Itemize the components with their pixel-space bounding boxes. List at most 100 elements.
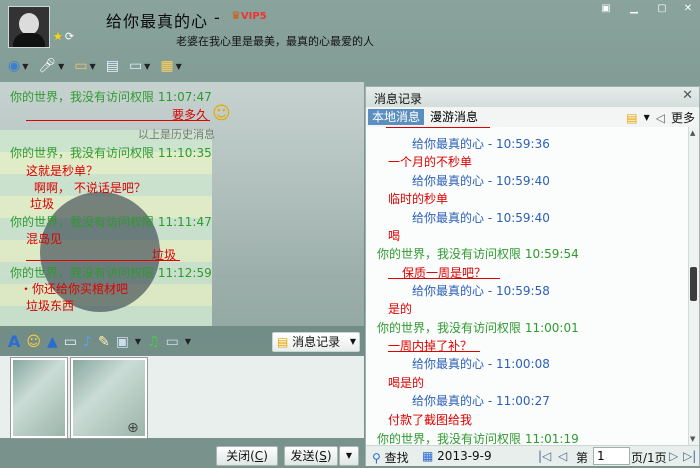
log-message: 是的 (388, 302, 413, 316)
message-record-button[interactable]: ▤ 消息记录 ▼ (272, 332, 360, 352)
history-scrollbar[interactable]: ▲ ▼ (688, 127, 699, 445)
close-button[interactable]: 关闭(C) (216, 446, 278, 466)
log-header: 给你最真的心 - 10:59:36 (412, 137, 550, 151)
date-picker[interactable]: ▦ 2013-9-9 (422, 449, 492, 463)
page-prefix: 第 (576, 451, 589, 465)
log-message: 喝是的 (388, 376, 425, 390)
chat-line: 你的世界，我没有访问权限 11:12:59 (10, 266, 212, 280)
shake-icon[interactable]: ▲ (47, 334, 58, 350)
next-page-icon[interactable]: ▷ (669, 449, 678, 463)
underline-decoration (388, 351, 480, 352)
chat-line: 混岛见 (26, 232, 63, 246)
magic-text-icon[interactable]: ▭ (64, 334, 77, 350)
page-number-input[interactable]: 1 (593, 447, 630, 465)
chevron-down-icon: ▼ (144, 61, 151, 71)
top-toolbar: ◉ ▼ 🎤︎ ▼ ▭ ▼ ▤ ▭ ▼ ▦ ▼ (8, 55, 182, 77)
close-window-button[interactable]: ✕ (678, 2, 698, 16)
log-header: 你的世界，我没有访问权限 11:00:01 (377, 321, 579, 335)
chevron-down-icon: ▼ (22, 61, 29, 71)
chat-line: ・你还给你买棺材吧 (20, 282, 129, 296)
history-pager: ⚲ 查找 ▦ 2013-9-9 |◁ ◁ 第 1 页/1页 ▷ ▷| (366, 445, 699, 466)
music-icon[interactable]: ♫ (147, 334, 160, 350)
crown-icon: ♛ (231, 9, 241, 22)
input-toolbar: A ☺ ▲ ▭ ♪ ✎ ▣ ▼ ♫ ▭ ▼ (8, 332, 191, 351)
status-icons: ★ ⟳ (53, 30, 76, 43)
log-message: 一个月的不秒单 (388, 155, 473, 169)
chevron-down-icon[interactable]: ▼ (185, 337, 191, 346)
panel-close-icon[interactable]: ✕ (682, 88, 693, 103)
chevron-down-icon: ▼ (349, 337, 356, 346)
image-icon[interactable]: ▣ (116, 334, 129, 350)
chevron-down-icon: ▼ (58, 61, 65, 71)
chat-line: 啊啊， 不说话是吧？ (34, 181, 146, 195)
font-icon[interactable]: A (8, 332, 20, 351)
chevron-down-icon: ▼ (345, 451, 353, 460)
avatar[interactable] (8, 6, 50, 48)
search-icon: ⚲ (372, 451, 381, 465)
send-button[interactable]: 发送(S) (284, 446, 338, 466)
smiley-icon[interactable]: ☺ (26, 334, 41, 350)
log-header: 给你最真的心 - 10:59:40 (412, 211, 550, 225)
scrollbar-thumb[interactable] (690, 267, 697, 301)
speaker-icon[interactable]: ◁ (656, 111, 665, 125)
image-thumbnail[interactable] (10, 357, 68, 439)
create-group-button[interactable]: ▤ (106, 55, 119, 77)
first-page-icon[interactable]: |◁ (538, 449, 551, 463)
remote-desktop-button[interactable]: ▭ ▼ (129, 55, 150, 77)
note-icon[interactable]: ✎ (98, 334, 110, 350)
tab-local-messages[interactable]: 本地消息 (368, 109, 425, 125)
underline-decoration (386, 127, 490, 128)
video-call-button[interactable]: ◉ ▼ (8, 55, 28, 77)
thumbnail-picture (13, 360, 65, 436)
page-suffix: 页/1页 (631, 451, 667, 465)
scroll-down-icon[interactable]: ▼ (690, 435, 695, 443)
scroll-up-icon[interactable]: ▲ (690, 129, 695, 137)
log-message: 临时的秒单 (388, 192, 449, 206)
underline-decoration (26, 120, 210, 121)
voice-call-button[interactable]: 🎤︎ ▼ (38, 55, 64, 77)
history-divider-text: 以上是历史消息 (138, 128, 215, 141)
vip-badge: ♛VIP5 (231, 9, 267, 22)
apps-button[interactable]: ▦ ▼ (160, 55, 181, 77)
underline-decoration (26, 260, 180, 261)
history-log[interactable]: 给你最真的心 - 10:59:36 一个月的不秒单 给你最真的心 - 10:59… (366, 127, 688, 445)
zoom-icon[interactable]: ⊕ (127, 420, 139, 436)
more-button[interactable]: 更多 (671, 109, 695, 126)
underline-decoration (388, 278, 500, 279)
screenshot-icon[interactable]: ▭ (166, 334, 179, 350)
monitor-icon: ▭ (128, 58, 143, 74)
search-button[interactable]: ⚲ 查找 (372, 449, 409, 466)
last-page-icon[interactable]: ▷| (683, 449, 696, 463)
chat-add-icon: ▤ (105, 58, 119, 74)
log-header: 给你最真的心 - 11:00:08 (412, 357, 550, 371)
manager-icon[interactable]: ▤ (626, 111, 637, 125)
log-header: 给你最真的心 - 11:00:27 (412, 394, 550, 408)
grid-icon: ▦ (160, 58, 174, 74)
voice-message-icon[interactable]: ♪ (83, 334, 92, 350)
record-icon: ▤ (277, 335, 289, 349)
search-label: 查找 (384, 451, 409, 465)
chat-line: 你的世界，我没有访问权限 11:10:35 (10, 146, 212, 160)
chevron-down-icon: ▼ (175, 61, 182, 71)
log-message: 付款了截图给我 (388, 413, 473, 427)
skin-button[interactable]: ▣ (596, 2, 616, 16)
title-separator: - (214, 8, 220, 27)
minimize-button[interactable]: ▁ (624, 2, 644, 16)
send-options-dropdown[interactable]: ▼ (339, 446, 359, 466)
log-header: 你的世界，我没有访问权限 10:59:54 (377, 247, 579, 261)
maximize-button[interactable]: ▢ (652, 2, 672, 16)
tab-roaming-messages[interactable]: 漫游消息 (426, 109, 482, 125)
log-header: 你的世界，我没有访问权限 11:01:19 (377, 432, 579, 445)
prev-page-icon[interactable]: ◁ (558, 449, 567, 463)
chevron-down-icon[interactable]: ▼ (135, 337, 141, 346)
message-record-label: 消息记录 (292, 335, 341, 349)
chevron-down-icon: ▼ (89, 61, 96, 71)
panel-header: 消息记录 ✕ (366, 87, 699, 107)
history-tools: ▤ ▼ ◁ 更多 (626, 109, 695, 126)
avatar-body (13, 33, 45, 47)
file-transfer-button[interactable]: ▭ ▼ (74, 55, 95, 77)
chat-line: 你的世界，我没有访问权限 11:11:47 (10, 215, 212, 229)
chevron-down-icon[interactable]: ▼ (644, 113, 650, 122)
chat-messages-area[interactable]: 你的世界，我没有访问权限 11:07:47 要多久 ☺ 以上是历史消息 你的世界… (0, 82, 364, 326)
emoji-icon: ☺ (212, 103, 231, 124)
